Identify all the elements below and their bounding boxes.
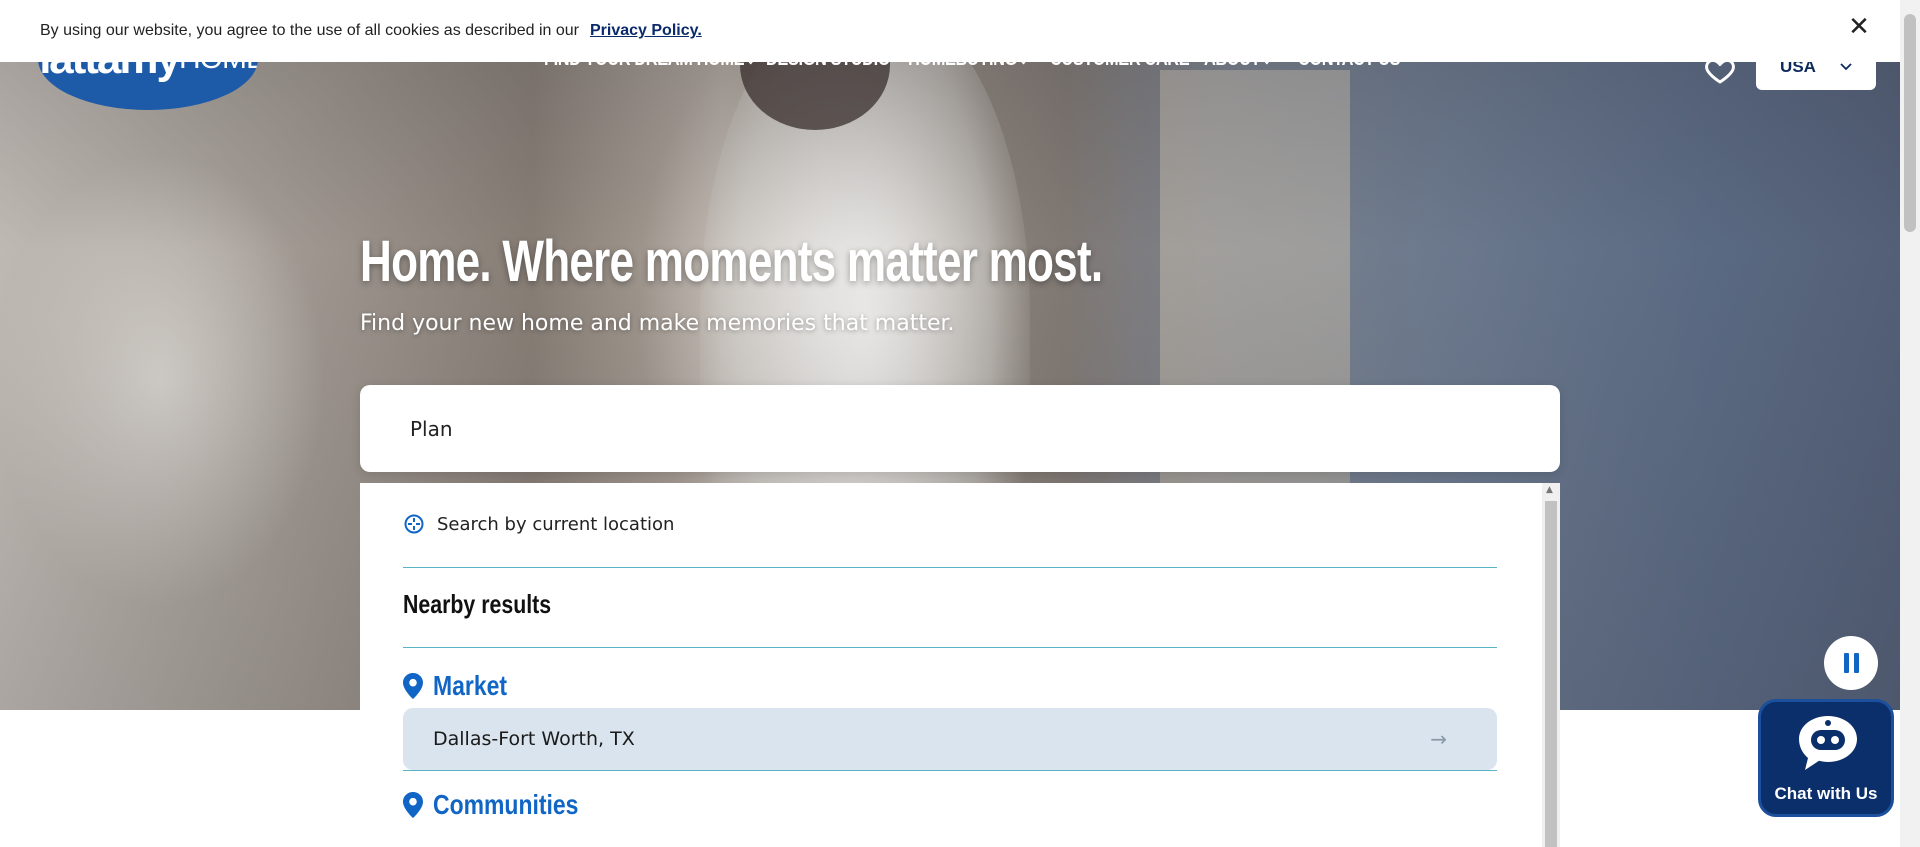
divider bbox=[403, 770, 1497, 771]
dropdown-scrollbar-thumb[interactable] bbox=[1545, 501, 1557, 847]
section-market-title: Market bbox=[433, 670, 508, 701]
close-icon[interactable]: ✕ bbox=[1846, 12, 1872, 42]
pause-icon[interactable] bbox=[1824, 636, 1878, 690]
result-dallas-fort-worth[interactable]: Dallas-Fort Worth, TX → bbox=[403, 708, 1497, 770]
chatbot-icon bbox=[1799, 716, 1857, 770]
chat-label: Chat with Us bbox=[1774, 784, 1878, 803]
search-by-current-location[interactable]: Search by current location bbox=[403, 513, 674, 535]
cookie-message: By using our website, you agree to the u… bbox=[40, 22, 579, 39]
search-box bbox=[360, 385, 1560, 472]
hero-title: Home. Where moments matter most. bbox=[360, 229, 1103, 294]
cookie-banner: By using our website, you agree to the u… bbox=[0, 0, 1900, 62]
pause-bar bbox=[1853, 653, 1859, 673]
dropdown-scrollbar[interactable]: ▲ bbox=[1542, 483, 1560, 847]
page-scrollbar-thumb[interactable] bbox=[1904, 14, 1916, 232]
current-location-label: Search by current location bbox=[437, 513, 675, 535]
section-market: Market bbox=[403, 670, 523, 702]
search-suggestions-dropdown: Search by current location Nearby result… bbox=[360, 483, 1560, 847]
nearby-results-heading: Nearby results bbox=[403, 589, 552, 619]
search-input[interactable] bbox=[410, 416, 1510, 441]
page-scrollbar[interactable] bbox=[1900, 0, 1920, 847]
section-communities-title: Communities bbox=[433, 789, 579, 820]
hero-subtitle: Find your new home and make memories tha… bbox=[360, 311, 955, 336]
location-pin-icon bbox=[403, 792, 423, 818]
divider bbox=[403, 567, 1497, 568]
privacy-policy-link[interactable]: Privacy Policy. bbox=[590, 22, 702, 40]
section-communities: Communities bbox=[403, 789, 610, 821]
pause-bar bbox=[1843, 653, 1849, 673]
crosshair-icon bbox=[404, 514, 424, 534]
result-label: Dallas-Fort Worth, TX bbox=[433, 728, 635, 750]
chevron-down-icon bbox=[1840, 63, 1852, 71]
scroll-up-icon[interactable]: ▲ bbox=[1546, 485, 1553, 495]
divider bbox=[403, 647, 1497, 648]
location-pin-icon bbox=[403, 673, 423, 699]
arrow-right-icon: → bbox=[1430, 727, 1447, 751]
chat-with-us-button[interactable]: Chat with Us bbox=[1758, 699, 1894, 817]
